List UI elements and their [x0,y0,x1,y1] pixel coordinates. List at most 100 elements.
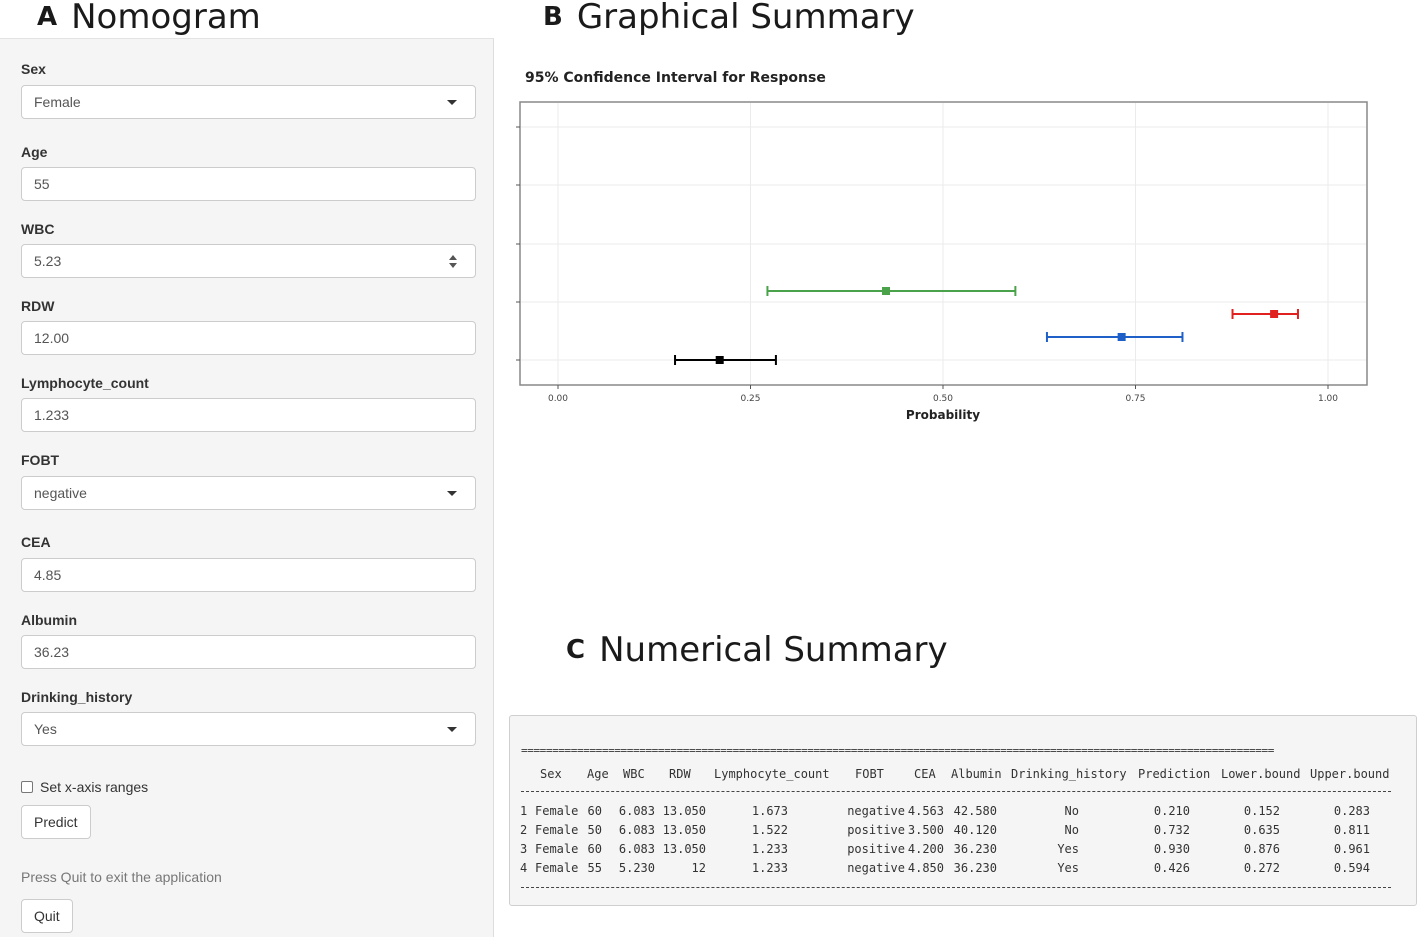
table-cell: Yes [1057,842,1079,856]
panel-c-heading: C Numerical Summary [566,630,948,670]
drinking-history-select[interactable]: Yes [21,712,476,746]
table-cell: 4.850 [907,861,944,875]
sex-label: Sex [21,61,46,77]
table-cell: 0.272 [1243,861,1280,875]
table-cell: 0.811 [1333,823,1370,837]
table-header-cell: Prediction [1138,767,1211,781]
table-header-cell: WBC [623,767,645,781]
panel-a-title: Nomogram [71,0,261,37]
table-cell: 0.283 [1333,804,1370,818]
albumin-input-value: 36.23 [34,644,70,660]
table-cell: 42.580 [953,804,997,818]
x-tick-label: 0.75 [1125,394,1145,404]
numerical-summary-console: ========================================… [509,715,1417,906]
age-input[interactable]: 55 [21,167,476,201]
number-spinner-icon[interactable] [449,255,459,269]
fobt-select[interactable]: negative [21,476,476,510]
table-cell: 6.083 [618,842,655,856]
panel-b-letter: B [543,2,563,32]
table-header-cell: Sex [540,767,562,781]
x-axis-ranges-checkbox[interactable] [21,781,33,793]
table-cell: 40.120 [953,823,997,837]
table-header-rule [521,791,1391,792]
table-cell: 50 [587,823,602,837]
x-tick-label: 0.25 [740,394,760,404]
table-header-cell: Lower.bound [1221,767,1301,781]
table-cell: Female [535,823,579,837]
cea-input[interactable]: 4.85 [21,558,476,592]
lymphocyte-count-label: Lymphocyte_count [21,375,149,391]
table-cell: 36.230 [953,861,997,875]
table-cell: 13.050 [662,804,706,818]
table-cell: 60 [587,842,602,856]
point-estimate [715,356,724,364]
x-axis-label: Probability [906,408,980,422]
table-cell: 4.563 [907,804,944,818]
fobt-label: FOBT [21,452,60,468]
table-cell: 0.210 [1153,804,1190,818]
drinking-history-label: Drinking_history [21,689,133,705]
table-cell: 6.083 [618,804,655,818]
table-separator-top: ========================================… [521,744,1274,757]
table-cell: 0.732 [1153,823,1190,837]
table-cell: 2 [520,823,528,837]
table-cell: Female [535,861,579,875]
x-axis-ranges-option[interactable]: Set x-axis ranges [21,779,148,795]
table-header-cell: Upper.bound [1310,767,1390,781]
cea-label: CEA [21,534,51,550]
rdw-label: RDW [21,298,55,314]
table-header-cell: Drinking_history [1011,767,1127,781]
panel-c-title: Numerical Summary [599,630,948,670]
table-cell: positive [847,842,905,856]
wbc-label: WBC [21,221,55,237]
table-cell: 1.522 [751,823,788,837]
x-tick-label: 1.00 [1318,394,1338,404]
sex-select[interactable]: Female [21,85,476,119]
rdw-input[interactable]: 12.00 [21,321,476,355]
table-cell: Female [535,842,579,856]
table-cell: 3 [520,842,528,856]
table-header-cell: Albumin [951,767,1002,781]
table-cell: 13.050 [662,823,706,837]
chevron-down-icon [447,491,457,496]
input-sidebar: Sex Female Age 55 WBC 5.23 RDW 12.00 Lym… [0,38,494,937]
table-header-cell: FOBT [855,767,884,781]
table-cell: 4 [520,861,528,875]
table-bottom-rule [521,887,1391,888]
confidence-interval-chart: 0.00 0.25 0.50 0.75 1.00 Probability [516,101,1368,422]
panel-b-heading: B Graphical Summary [543,0,915,37]
table-cell: Female [535,804,579,818]
table-cell: 0.930 [1153,842,1190,856]
table-cell: 0.426 [1153,861,1190,875]
lymphocyte-count-input[interactable]: 1.233 [21,398,476,432]
drinking-history-select-value: Yes [34,721,57,737]
lymphocyte-count-input-value: 1.233 [34,407,70,423]
predict-button[interactable]: Predict [21,805,91,839]
panel-a-letter: A [37,2,58,32]
table-cell: 36.230 [953,842,997,856]
table-cell: 0.876 [1243,842,1280,856]
table-cell: No [1064,823,1079,837]
table-header-cell: Age [587,767,609,781]
panel-b-title: Graphical Summary [576,0,915,37]
table-cell: 1.233 [751,842,788,856]
albumin-label: Albumin [21,612,77,628]
chart-title: 95% Confidence Interval for Response [525,70,826,86]
table-cell: 6.083 [618,823,655,837]
point-estimate [882,287,891,295]
table-header-cell: CEA [914,767,936,781]
wbc-input[interactable]: 5.23 [21,244,476,278]
x-tick-label: 0.50 [933,394,953,404]
table-cell: 5.230 [618,861,655,875]
table-cell: 0.152 [1243,804,1280,818]
table-cell: 3.500 [907,823,944,837]
table-cell: 55 [587,861,602,875]
table-cell: 4.200 [907,842,944,856]
chevron-down-icon [447,100,457,105]
table-cell: 12 [691,861,706,875]
table-cell: 0.961 [1333,842,1370,856]
fobt-select-value: negative [34,485,87,501]
albumin-input[interactable]: 36.23 [21,635,476,669]
point-estimate [1270,310,1279,318]
quit-button[interactable]: Quit [21,899,73,933]
